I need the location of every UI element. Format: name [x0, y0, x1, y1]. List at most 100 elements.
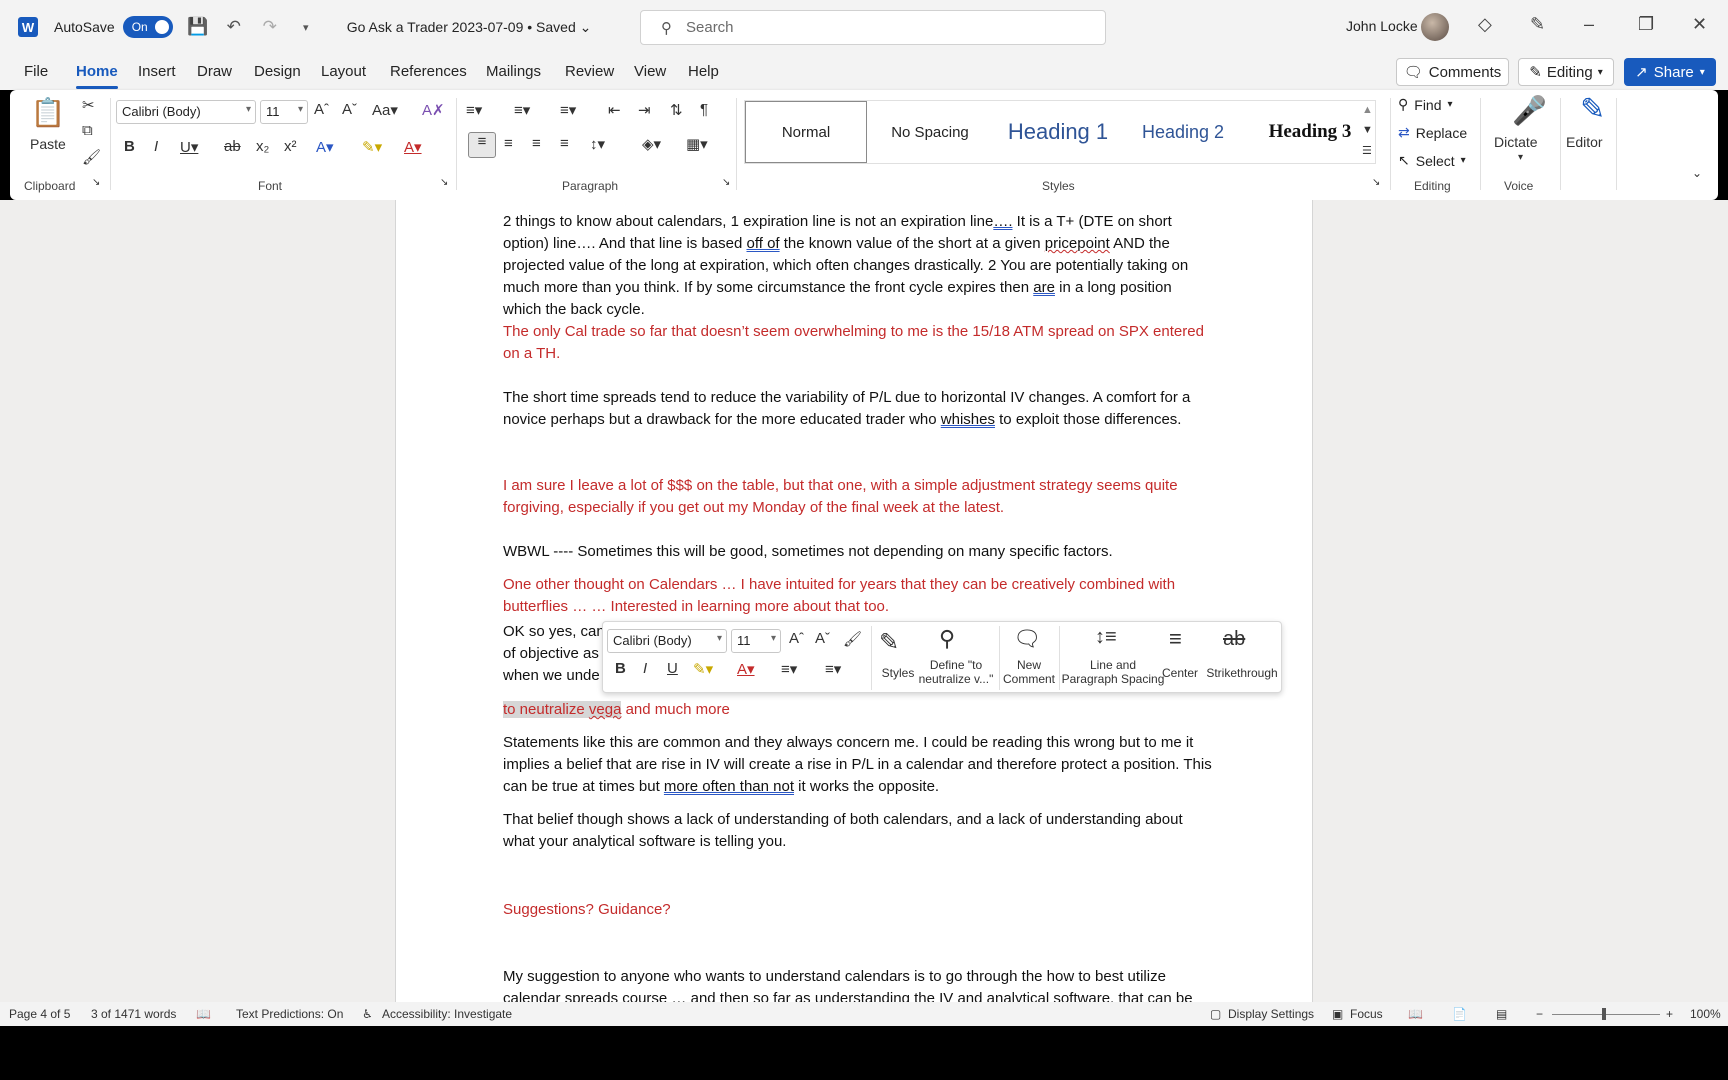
- copy-icon[interactable]: ⧉: [82, 122, 93, 139]
- redo-icon[interactable]: ↷: [259, 17, 281, 37]
- read-mode-icon[interactable]: 📖: [1408, 1007, 1423, 1021]
- superscript-icon[interactable]: x²: [284, 138, 297, 155]
- highlight-icon[interactable]: ✎▾: [362, 138, 382, 156]
- clear-formatting-icon[interactable]: A✗: [422, 101, 445, 119]
- clipboard-launcher-icon[interactable]: ↘: [92, 177, 100, 188]
- change-case-icon[interactable]: Aa▾: [372, 101, 398, 119]
- align-center-icon[interactable]: ≡: [504, 135, 513, 152]
- shading-icon[interactable]: ◈▾: [642, 135, 661, 153]
- line-spacing-icon[interactable]: ↕▾: [590, 135, 605, 153]
- center-icon[interactable]: ≡: [1169, 626, 1182, 652]
- align-right-icon[interactable]: ≡: [532, 135, 541, 152]
- print-layout-icon[interactable]: 📄: [1452, 1007, 1467, 1021]
- dictate-dropdown-icon[interactable]: ▾: [1518, 152, 1523, 163]
- user-name[interactable]: John Locke: [1346, 18, 1418, 34]
- paste-button[interactable]: Paste: [30, 136, 66, 152]
- collapse-ribbon-icon[interactable]: ⌄: [1692, 166, 1702, 180]
- decrease-indent-icon[interactable]: ⇤: [608, 101, 621, 119]
- mini-shrink-font-icon[interactable]: Aˇ: [815, 630, 830, 647]
- close-icon[interactable]: ✕: [1692, 14, 1707, 35]
- new-comment-icon[interactable]: 🗨: [1013, 626, 1041, 652]
- web-layout-icon[interactable]: ▤: [1496, 1007, 1507, 1021]
- restore-icon[interactable]: ❐: [1638, 14, 1654, 35]
- tab-insert[interactable]: Insert: [138, 63, 176, 80]
- define-icon[interactable]: ⚲: [939, 626, 955, 652]
- mini-font-color-icon[interactable]: A▾: [737, 660, 755, 678]
- proofing-icon[interactable]: 📖: [196, 1007, 211, 1021]
- define-button[interactable]: Define "to neutralize v...": [915, 658, 997, 686]
- shrink-font-icon[interactable]: Aˇ: [342, 101, 357, 118]
- font-launcher-icon[interactable]: ↘: [440, 177, 448, 188]
- tab-home[interactable]: Home: [76, 63, 118, 80]
- mini-underline-icon[interactable]: U: [667, 660, 678, 677]
- center-button[interactable]: Center: [1157, 666, 1203, 680]
- selected-text[interactable]: to neutralize vega and much more: [503, 699, 1213, 721]
- justify-icon[interactable]: ≡: [560, 135, 569, 152]
- styles-scroll-up-icon[interactable]: ▲: [1362, 104, 1373, 116]
- tab-file[interactable]: File: [24, 63, 48, 80]
- font-name-combo[interactable]: Calibri (Body) ▾: [116, 100, 256, 124]
- sort-icon[interactable]: ⇅: [670, 101, 683, 119]
- new-comment-button[interactable]: New Comment: [1001, 658, 1057, 686]
- document-page[interactable]: 2 things to know about calendars, 1 expi…: [395, 200, 1313, 1012]
- strikethrough-button[interactable]: Strikethrough: [1203, 666, 1281, 680]
- line-spacing-icon[interactable]: ↕≡: [1095, 626, 1117, 649]
- styles-launcher-icon[interactable]: ↘: [1372, 177, 1380, 188]
- text-predictions[interactable]: Text Predictions: On: [236, 1007, 343, 1021]
- save-icon[interactable]: 💾: [187, 17, 209, 37]
- style-heading-2[interactable]: Heading 2: [1123, 101, 1243, 163]
- word-count[interactable]: 3 of 1471 words: [91, 1007, 176, 1021]
- find-button[interactable]: ⚲ Find ▾: [1398, 96, 1453, 113]
- mini-bullets-icon[interactable]: ≡▾: [781, 660, 797, 678]
- diamond-icon[interactable]: ◇: [1478, 14, 1492, 35]
- style-no-spacing[interactable]: No Spacing: [869, 101, 991, 163]
- display-settings[interactable]: Display Settings: [1228, 1007, 1314, 1021]
- editor-icon[interactable]: ✎: [1580, 92, 1605, 127]
- increase-indent-icon[interactable]: ⇥: [638, 101, 651, 119]
- customize-toolbar-icon[interactable]: ▾: [295, 21, 317, 34]
- align-left-icon[interactable]: ≡: [468, 132, 496, 158]
- document-title[interactable]: Go Ask a Trader 2023-07-09 • Saved ⌄: [347, 19, 592, 36]
- search-input[interactable]: ⚲ Search: [640, 10, 1106, 45]
- page-indicator[interactable]: Page 4 of 5: [9, 1007, 70, 1021]
- font-color-icon[interactable]: A▾: [404, 138, 422, 156]
- mini-numbering-icon[interactable]: ≡▾: [825, 660, 841, 678]
- accessibility-status[interactable]: Accessibility: Investigate: [382, 1007, 512, 1021]
- tab-draw[interactable]: Draw: [197, 63, 232, 80]
- tab-help[interactable]: Help: [688, 63, 719, 80]
- mini-format-painter-icon[interactable]: 🖌: [843, 630, 862, 648]
- zoom-in-icon[interactable]: +: [1666, 1007, 1673, 1021]
- tab-references[interactable]: References: [390, 63, 467, 80]
- tab-review[interactable]: Review: [565, 63, 614, 80]
- style-heading-3[interactable]: Heading 3: [1243, 101, 1377, 163]
- strikethrough-icon[interactable]: ab: [224, 138, 241, 155]
- grow-font-icon[interactable]: Aˆ: [314, 101, 329, 118]
- multilevel-list-icon[interactable]: ≡▾: [560, 101, 576, 119]
- zoom-level[interactable]: 100%: [1690, 1007, 1721, 1021]
- zoom-out-icon[interactable]: −: [1536, 1007, 1543, 1021]
- zoom-slider[interactable]: [1552, 1014, 1660, 1015]
- minimize-icon[interactable]: –: [1584, 14, 1594, 35]
- pen-icon[interactable]: ✎: [1530, 14, 1545, 35]
- format-painter-icon[interactable]: 🖌: [82, 148, 101, 166]
- styles-more-icon[interactable]: ☰: [1362, 144, 1372, 157]
- autosave-toggle[interactable]: On: [122, 16, 173, 38]
- style-heading-1[interactable]: Heading 1: [993, 101, 1123, 163]
- line-spacing-button[interactable]: Line and Paragraph Spacing: [1061, 658, 1165, 686]
- styles-icon[interactable]: ✎: [879, 628, 899, 657]
- undo-icon[interactable]: ↶: [223, 17, 245, 37]
- editor-button[interactable]: Editor: [1566, 134, 1603, 150]
- editing-mode-button[interactable]: ✎ Editing ▾: [1518, 58, 1614, 86]
- numbering-icon[interactable]: ≡▾: [514, 101, 530, 119]
- focus-mode[interactable]: Focus: [1350, 1007, 1383, 1021]
- text-effects-icon[interactable]: A▾: [316, 138, 334, 156]
- select-button[interactable]: ↖ Select ▾: [1398, 152, 1466, 169]
- tab-design[interactable]: Design: [254, 63, 301, 80]
- subscript-icon[interactable]: x₂: [256, 138, 269, 155]
- microphone-icon[interactable]: 🎤: [1512, 94, 1547, 127]
- replace-button[interactable]: ⇄ Replace: [1398, 124, 1467, 141]
- bullets-icon[interactable]: ≡▾: [466, 101, 482, 119]
- mini-font-name-combo[interactable]: Calibri (Body) ▾: [607, 629, 727, 653]
- strikethrough-icon[interactable]: ab: [1223, 628, 1245, 651]
- mini-bold-icon[interactable]: B: [615, 660, 626, 677]
